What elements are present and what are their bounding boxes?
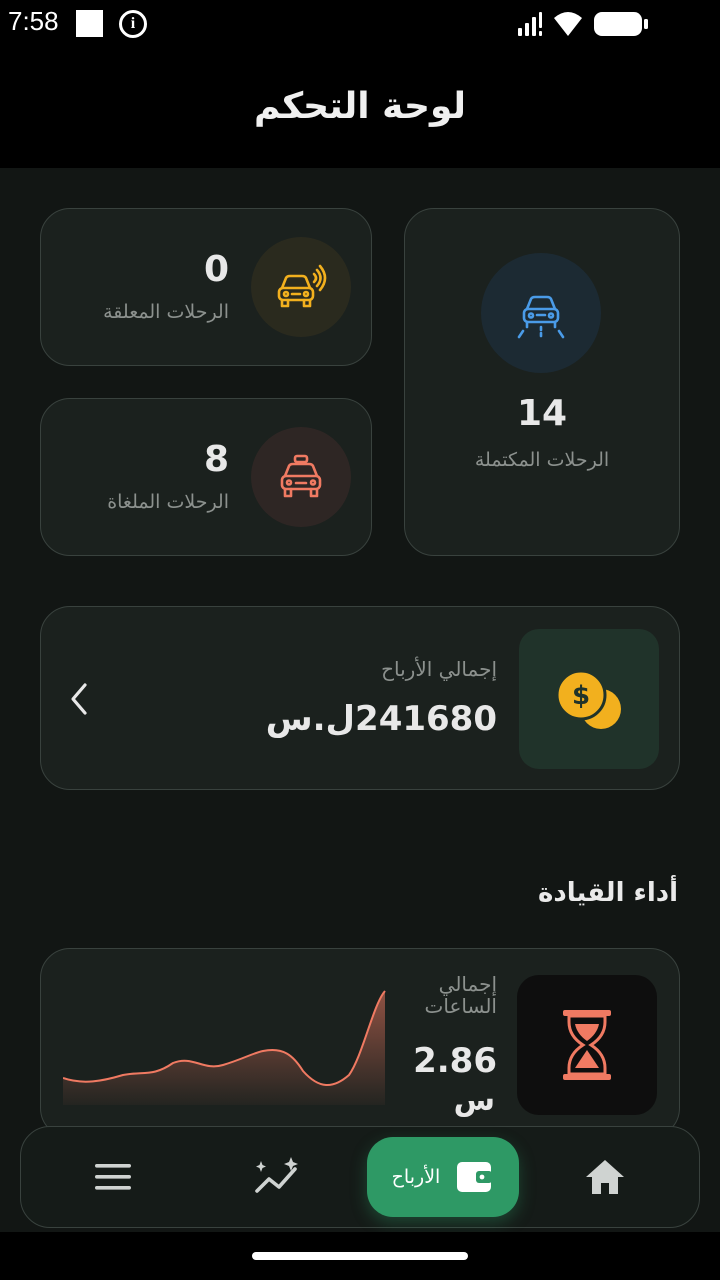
nav-menu[interactable]	[85, 1151, 141, 1203]
car-front-icon	[517, 295, 565, 339]
completed-trips-label: الرحلات المكتملة	[474, 449, 610, 471]
completed-trips-card[interactable]: 14 الرحلات المكتملة	[404, 208, 680, 556]
hours-label: إجمالي الساعات	[424, 972, 497, 1018]
hours-icon-box	[517, 975, 657, 1115]
battery-icon	[594, 12, 648, 36]
earnings-icon-box: $	[519, 629, 659, 769]
hours-trend-sparkline	[63, 990, 386, 1105]
coins-icon: $	[555, 669, 621, 729]
wifi-icon	[554, 12, 582, 36]
chevron-left-icon[interactable]	[65, 681, 93, 717]
hours-value: 2.86	[413, 1041, 497, 1081]
cancelled-trips-label: الرحلات الملغاة	[107, 491, 229, 513]
svg-text:$: $	[572, 681, 590, 711]
nav-analytics[interactable]	[249, 1149, 305, 1205]
earnings-amount: 241680ل.س	[265, 699, 497, 739]
car-signal-icon	[277, 264, 327, 308]
earnings-card[interactable]: $ إجمالي الأرباح 241680ل.س	[40, 606, 680, 790]
status-icons	[518, 12, 648, 36]
notification-square-icon	[76, 10, 103, 37]
info-icon: i	[119, 10, 147, 38]
dashboard-content: 14 الرحلات المكتملة 0 الرحلات المعلقة 8 …	[0, 168, 720, 1280]
nav-earnings-label: الأرباح	[391, 1166, 441, 1188]
nav-home[interactable]	[577, 1149, 633, 1205]
page-title: لوحة التحكم	[253, 86, 467, 127]
completed-trips-icon-circle	[481, 253, 601, 373]
sparkline-area	[63, 991, 385, 1105]
cancelled-trips-value: 8	[203, 439, 229, 480]
cancelled-trips-card[interactable]: 8 الرحلات الملغاة	[40, 398, 372, 556]
nav-earnings[interactable]: الأرباح	[367, 1137, 519, 1217]
hours-unit: س	[453, 1083, 495, 1118]
pending-trips-icon-circle	[251, 237, 351, 337]
taxi-icon	[280, 454, 322, 498]
home-icon	[586, 1160, 624, 1194]
hours-card[interactable]: إجمالي الساعات 2.86 س	[40, 948, 680, 1138]
status-time: 7:58	[8, 6, 59, 36]
status-bar: 7:58 i	[0, 0, 720, 52]
system-nav-bar	[0, 1232, 720, 1280]
pending-trips-value: 0	[203, 249, 229, 290]
pending-trips-card[interactable]: 0 الرحلات المعلقة	[40, 208, 372, 366]
sparkle-chart-icon	[255, 1157, 298, 1193]
menu-icon	[95, 1164, 131, 1190]
cancelled-trips-icon-circle	[251, 427, 351, 527]
wallet-icon	[457, 1162, 493, 1192]
bottom-nav: الأرباح	[20, 1126, 700, 1228]
section-title: أداء القيادة	[538, 878, 678, 908]
signal-icon	[518, 12, 542, 36]
pending-trips-label: الرحلات المعلقة	[103, 301, 229, 323]
hourglass-icon	[563, 1010, 611, 1080]
earnings-label: إجمالي الأرباح	[381, 657, 497, 681]
completed-trips-value: 14	[516, 393, 568, 434]
app-header: لوحة التحكم	[0, 52, 720, 168]
home-indicator[interactable]	[252, 1252, 468, 1260]
